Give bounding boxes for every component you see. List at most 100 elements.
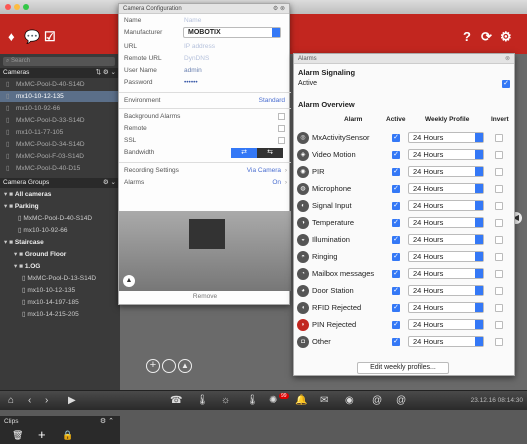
alarm-invert-checkbox[interactable] <box>495 134 503 142</box>
bell-icon[interactable]: 🔔 <box>295 395 307 406</box>
alarm-invert-checkbox[interactable] <box>495 151 503 159</box>
weekly-profile-select[interactable]: 24 Hours <box>408 302 484 313</box>
alarm-invert-checkbox[interactable] <box>495 219 503 227</box>
alarm-active-checkbox[interactable]: ✓ <box>392 338 400 346</box>
group-list-item[interactable]: ▯ MxMC-Pool-D-13-S14D <box>0 274 120 284</box>
alarm-invert-checkbox[interactable] <box>495 287 503 295</box>
group-list-item[interactable]: ▾ ■ All cameras <box>0 190 120 200</box>
camera-list-item[interactable]: ▯ mx10-10-92-66 <box>0 103 120 114</box>
search-input[interactable]: ⌕ Search <box>3 57 115 66</box>
phone-icon[interactable]: ☎ <box>170 395 182 406</box>
group-list-item[interactable]: ▾ ■ Staircase <box>0 238 120 248</box>
edit-weekly-profiles-button[interactable]: Edit weekly profiles... <box>357 362 449 374</box>
camera-list-item[interactable]: ▯ MxMC-Pool-D-34-S14D <box>0 139 120 150</box>
camera-list-item[interactable]: ▯ MxMC-Pool-F-03-S14D <box>0 151 120 162</box>
close-window-button[interactable] <box>5 4 11 10</box>
remote-checkbox[interactable] <box>278 125 285 132</box>
help-icon[interactable]: ? <box>463 29 471 44</box>
alarm-invert-checkbox[interactable] <box>495 202 503 210</box>
refresh-icon[interactable]: ⟳ <box>481 29 492 45</box>
url-field[interactable]: IP address <box>184 41 215 52</box>
clips-settings-icon[interactable]: ⚙ ⌃ <box>100 417 114 425</box>
alarm-active-checkbox[interactable]: ✓ <box>392 304 400 312</box>
camera-list-item[interactable]: ▯ mx10-11-77-105 <box>0 127 120 138</box>
alarm-active-checkbox[interactable]: ✓ <box>392 219 400 227</box>
alarm-active-checkbox[interactable]: ✓ <box>392 287 400 295</box>
at-icon[interactable]: @ <box>396 395 406 406</box>
lock-icon[interactable]: 🔒 <box>62 430 73 441</box>
camera-config-close-icon[interactable]: ⚙ ⊗ <box>273 4 285 14</box>
trash-icon[interactable]: 🗑 <box>12 430 23 441</box>
background-alarms-checkbox[interactable] <box>278 113 285 120</box>
chat-icon[interactable]: 💬 <box>24 29 40 45</box>
alarm-active-checkbox[interactable]: ✓ <box>392 236 400 244</box>
minimize-window-button[interactable] <box>14 4 20 10</box>
mobotix-logo-icon[interactable]: ▲ <box>178 359 192 373</box>
group-list-item[interactable]: ▾ ■ Parking <box>0 202 120 212</box>
alarm-invert-checkbox[interactable] <box>495 321 503 329</box>
alarm-active-checkbox[interactable]: ✓ <box>392 134 400 142</box>
weekly-profile-select[interactable]: 24 Hours <box>408 200 484 211</box>
alarm-active-checkbox[interactable]: ✓ <box>392 151 400 159</box>
username-row[interactable]: User Name admin <box>119 65 291 76</box>
camera-groups-icons[interactable]: ⚙ ⌄ <box>103 178 116 188</box>
remote-url-field[interactable]: DynDNS <box>184 53 209 64</box>
alarm-active-checkbox[interactable]: ✓ <box>392 253 400 261</box>
environment-value[interactable]: Standard <box>259 95 285 106</box>
alarm-invert-checkbox[interactable] <box>495 338 503 346</box>
alarm-active-checkbox[interactable]: ✓ <box>392 321 400 329</box>
mail-icon[interactable]: ✉ <box>320 395 328 406</box>
weekly-profile-select[interactable]: 24 Hours <box>408 132 484 143</box>
alarm-bell-icon[interactable]: ♦ <box>8 29 15 44</box>
alarm-invert-checkbox[interactable] <box>495 236 503 244</box>
alarm-invert-checkbox[interactable] <box>495 185 503 193</box>
group-list-item[interactable]: ▯ mx10-10-12-135 <box>0 286 120 296</box>
settings-icon[interactable]: ⚙ <box>500 29 512 45</box>
group-list-item[interactable]: ▯ MxMC-Pool-D-40-S14D <box>0 214 120 224</box>
camera-icon[interactable]: ◉ <box>345 395 354 406</box>
home-icon[interactable]: ⌂ <box>8 395 14 406</box>
name-row[interactable]: Name Name <box>119 15 291 26</box>
light-icon[interactable]: ☼ <box>221 395 230 406</box>
group-list-item[interactable]: ▯ mx10-14-215-205 <box>0 310 120 320</box>
weekly-profile-select[interactable]: 24 Hours <box>408 268 484 279</box>
bandwidth-toggle[interactable]: ⇄ ⇆ <box>231 148 283 158</box>
record-icon[interactable] <box>162 359 176 373</box>
remove-button[interactable]: Remove <box>119 293 291 300</box>
play-icon[interactable]: ▶ <box>68 395 76 406</box>
alarm-active-checkbox[interactable]: ✓ <box>392 168 400 176</box>
alarm-invert-checkbox[interactable] <box>495 253 503 261</box>
alarm-invert-checkbox[interactable] <box>495 270 503 278</box>
camera-list-item[interactable]: ▯ MxMC-Pool-D-40-S14D <box>0 79 120 90</box>
remote-url-row[interactable]: Remote URL DynDNS <box>119 53 291 64</box>
ssl-checkbox[interactable] <box>278 137 285 144</box>
url-row[interactable]: URL IP address <box>119 41 291 52</box>
group-list-item[interactable]: ▯ mx10-14-197-185 <box>0 298 120 308</box>
weekly-profile-select[interactable]: 24 Hours <box>408 336 484 347</box>
recording-settings-row[interactable]: Recording Settings Via Camera › <box>119 165 291 176</box>
password-field[interactable]: •••••• <box>184 77 198 88</box>
bandwidth-high-icon[interactable]: ⇆ <box>257 148 283 158</box>
cameras-header-icons[interactable]: ⇅ ⚙ ⌄ <box>96 68 116 78</box>
weekly-profile-select[interactable]: 24 Hours <box>408 217 484 228</box>
group-list-item[interactable]: ▾ ■ 1.OG <box>0 262 120 272</box>
weekly-profile-select[interactable]: 24 Hours <box>408 234 484 245</box>
alarms-row[interactable]: Alarms On › <box>119 177 291 188</box>
alarm-icon[interactable]: ✺ <box>269 395 277 406</box>
alarm-active-checkbox[interactable]: ✓ <box>392 202 400 210</box>
weekly-profile-select[interactable]: 24 Hours <box>408 149 484 160</box>
alarm-invert-checkbox[interactable] <box>495 304 503 312</box>
camera-list-item[interactable]: ▯ MxMC-Pool-D-33-S14D <box>0 115 120 126</box>
weekly-profile-select[interactable]: 24 Hours <box>408 285 484 296</box>
password-row[interactable]: Password •••••• <box>119 77 291 88</box>
weekly-profile-select[interactable]: 24 Hours <box>408 319 484 330</box>
zoom-window-button[interactable] <box>23 4 29 10</box>
environment-row[interactable]: Environment Standard <box>119 95 291 106</box>
alarms-close-icon[interactable]: ⊗ <box>505 54 510 64</box>
weekly-profile-select[interactable]: 24 Hours <box>408 166 484 177</box>
group-list-item[interactable]: ▯ mx10-10-92-66 <box>0 226 120 236</box>
alarm-active-checkbox[interactable]: ✓ <box>502 80 510 88</box>
name-field[interactable]: Name <box>184 15 201 26</box>
thermometer-icon[interactable]: 🌡 <box>246 395 259 406</box>
weekly-profile-select[interactable]: 24 Hours <box>408 183 484 194</box>
